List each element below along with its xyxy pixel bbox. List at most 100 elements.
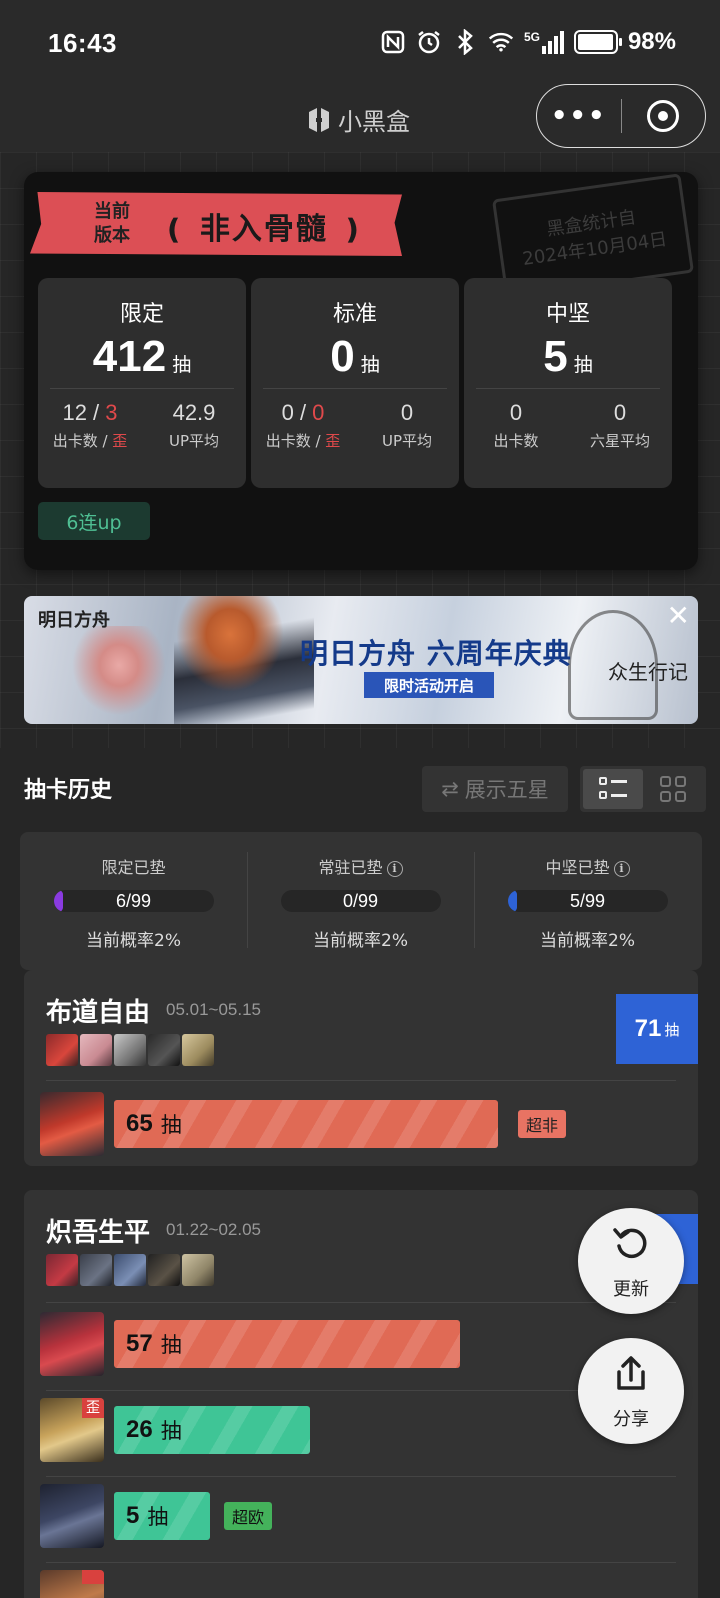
pull-unit: 抽: [160, 1419, 182, 1443]
history-section: 抽卡历史 ⇄ 展示五星 限定已垫 6/99 当前概率2% 常驻已垫 i 0/99 …: [0, 748, 720, 1598]
pull-unit: 抽: [147, 1505, 169, 1529]
app-title: 小黑盒: [306, 102, 410, 137]
off-banner-badge: [82, 1570, 104, 1584]
nfc-icon: [380, 29, 406, 55]
stat-count-unit: 抽: [172, 354, 192, 376]
stat-divider: [263, 388, 447, 389]
pity-label: 常驻已垫: [318, 858, 383, 877]
more-button[interactable]: •••: [537, 101, 621, 131]
pool-total-badge: 71 抽: [616, 994, 698, 1064]
stat-divider: [476, 388, 660, 389]
pull-row: [40, 1570, 680, 1598]
stat-cards: 12 / 3 出卡数 / 歪: [52, 400, 128, 450]
stat-cards: 0 / 0 出卡数 / 歪: [265, 400, 341, 450]
show-five-star-button[interactable]: ⇄ 展示五星: [422, 766, 568, 812]
pity-core: 中坚已垫 i 5/99 当前概率2%: [474, 832, 701, 970]
average-value: 0: [613, 400, 627, 425]
operator-avatar: [40, 1570, 104, 1598]
pull-unit: 抽: [160, 1333, 182, 1357]
close-program-button[interactable]: [622, 100, 706, 132]
list-view-button[interactable]: [583, 769, 643, 809]
info-icon[interactable]: i: [613, 861, 630, 877]
view-toggle: [580, 766, 706, 812]
refresh-button[interactable]: 更新: [578, 1208, 684, 1314]
pity-value: 5/99: [569, 891, 606, 911]
banner-logo: 明日方舟: [38, 610, 110, 631]
pool-divider: [46, 1080, 676, 1081]
operator-avatar: [114, 1034, 146, 1066]
stat-title: 限定: [119, 302, 164, 327]
pull-bar: 57 抽: [114, 1320, 460, 1368]
operator-avatar: [80, 1254, 112, 1286]
average-label: UP平均: [381, 432, 433, 450]
status-icons: 5G 98%: [380, 28, 676, 56]
pity-progress-fill: [507, 890, 518, 912]
stat-count-value: 412: [92, 332, 167, 381]
operator-avatar: 歪: [40, 1398, 104, 1462]
pull-tag: 超非: [518, 1110, 567, 1138]
app-title-text: 小黑盒: [338, 108, 410, 136]
pity-progress: 5/99: [507, 890, 668, 912]
rating-text: 非入骨髓: [199, 212, 328, 247]
pull-bar: 65 抽: [114, 1100, 498, 1148]
pool-divider: [46, 1476, 676, 1477]
average-value: 42.9: [172, 400, 216, 425]
mini-program-capsule: •••: [536, 84, 706, 148]
info-icon[interactable]: i: [386, 861, 403, 877]
pool-date: 05.01~05.15: [166, 1000, 262, 1019]
stat-cards: 0 出卡数: [464, 400, 568, 451]
rating-title: ❪ 非入骨髓 ❫: [162, 204, 366, 248]
cards-label: 出卡数: [493, 432, 539, 450]
stat-divider: [50, 388, 234, 389]
stat-average: 42.9 UP平均: [142, 400, 246, 451]
refresh-icon: [578, 1224, 684, 1273]
pity-label: 限定已垫: [101, 858, 166, 877]
operator-avatar: [182, 1034, 214, 1066]
pull-count: 57: [126, 1330, 153, 1357]
grid-view-icon: [660, 776, 686, 802]
stat-box-core: 中坚 5抽 0 出卡数 0 六星平均: [464, 278, 672, 488]
operator-avatar: [114, 1254, 146, 1286]
swap-icon: ⇄: [441, 777, 459, 801]
network-type: 5G: [523, 30, 540, 44]
refresh-label: 更新: [613, 1279, 649, 1300]
grid-view-button[interactable]: [643, 769, 703, 809]
pool-divider: [46, 1302, 676, 1303]
operator-avatar: [40, 1092, 104, 1156]
banner-close-icon[interactable]: ✕: [667, 602, 690, 630]
status-bar: 16:43 5G 98%: [0, 0, 720, 88]
pull-count: 65: [126, 1110, 153, 1137]
off-label: 歪: [112, 432, 128, 450]
pool-divider: [46, 1562, 676, 1563]
operator-avatar: [148, 1254, 180, 1286]
average-label: 六星平均: [589, 432, 650, 450]
streak-tag: 6连up: [38, 502, 150, 540]
target-icon: [647, 100, 680, 132]
average-label: UP平均: [168, 432, 220, 450]
event-banner[interactable]: 明日方舟 明日方舟 六周年庆典 限时活动开启 众生行记 ✕: [24, 596, 698, 724]
stat-count-unit: 抽: [360, 354, 380, 376]
stat-box-standard: 标准 0抽 0 / 0 出卡数 / 歪 0 UP平均: [251, 278, 459, 488]
pity-rate: 当前概率2%: [313, 931, 408, 951]
cards-value: 0: [281, 400, 294, 425]
share-button[interactable]: 分享: [578, 1338, 684, 1444]
operator-avatar: [46, 1034, 78, 1066]
bluetooth-icon: [452, 29, 478, 55]
battery-percent: 98%: [627, 28, 676, 55]
pity-progress: 0/99: [280, 890, 441, 912]
operator-avatar: [40, 1484, 104, 1548]
stat-count: 0抽: [251, 332, 459, 382]
show-five-star-label: 展示五星: [464, 778, 549, 802]
banner-deco-text: 众生行记: [608, 660, 688, 684]
history-title: 抽卡历史: [24, 778, 113, 803]
stat-count: 5抽: [464, 332, 672, 382]
pull-count: 26: [126, 1416, 153, 1443]
off-banner-badge: 歪: [82, 1398, 104, 1418]
app-logo-icon: [309, 107, 329, 132]
cards-label: 出卡数: [52, 432, 98, 450]
pull-bar: 26 抽: [114, 1406, 310, 1454]
pool-card[interactable]: 布道自由 05.01~05.15 71 抽 65 抽 超非: [24, 970, 698, 1166]
stat-count: 412 抽: [38, 332, 246, 382]
pool-operator-icons: [46, 1254, 214, 1286]
pull-row: 5抽 超欧: [40, 1484, 680, 1548]
